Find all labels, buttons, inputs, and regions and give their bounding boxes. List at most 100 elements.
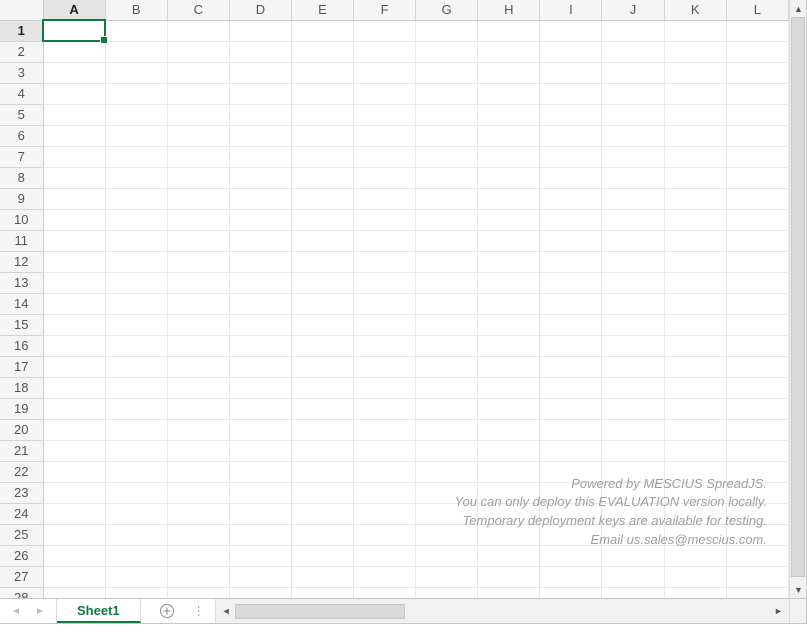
- cell-c17[interactable]: [167, 356, 229, 377]
- cell-c26[interactable]: [167, 545, 229, 566]
- cell-g10[interactable]: [416, 209, 478, 230]
- cell-j23[interactable]: [602, 482, 664, 503]
- cell-i15[interactable]: [540, 314, 602, 335]
- cell-a28[interactable]: [43, 587, 105, 598]
- cell-d6[interactable]: [229, 125, 291, 146]
- cell-k19[interactable]: [664, 398, 726, 419]
- column-header-e[interactable]: E: [291, 0, 353, 20]
- cell-h11[interactable]: [478, 230, 540, 251]
- row-header-19[interactable]: 19: [0, 398, 43, 419]
- cell-l12[interactable]: [726, 251, 788, 272]
- cell-h27[interactable]: [478, 566, 540, 587]
- cell-e1[interactable]: [291, 20, 353, 41]
- cell-k22[interactable]: [664, 461, 726, 482]
- cell-d5[interactable]: [229, 104, 291, 125]
- vertical-scroll-thumb[interactable]: [791, 17, 805, 577]
- cell-b2[interactable]: [105, 41, 167, 62]
- cell-d16[interactable]: [229, 335, 291, 356]
- cell-h10[interactable]: [478, 209, 540, 230]
- cell-g9[interactable]: [416, 188, 478, 209]
- cell-b15[interactable]: [105, 314, 167, 335]
- cell-l19[interactable]: [726, 398, 788, 419]
- cell-d10[interactable]: [229, 209, 291, 230]
- cell-g24[interactable]: [416, 503, 478, 524]
- new-sheet-button[interactable]: [149, 603, 185, 619]
- cell-b28[interactable]: [105, 587, 167, 598]
- cell-e18[interactable]: [291, 377, 353, 398]
- tab-nav-prev-icon[interactable]: ◄: [11, 606, 21, 617]
- cell-e17[interactable]: [291, 356, 353, 377]
- cell-l23[interactable]: [726, 482, 788, 503]
- scroll-up-arrow[interactable]: ▲: [790, 0, 807, 17]
- cell-j19[interactable]: [602, 398, 664, 419]
- cell-a25[interactable]: [43, 524, 105, 545]
- cell-c3[interactable]: [167, 62, 229, 83]
- cell-h7[interactable]: [478, 146, 540, 167]
- cell-l16[interactable]: [726, 335, 788, 356]
- cell-j7[interactable]: [602, 146, 664, 167]
- cell-h1[interactable]: [478, 20, 540, 41]
- cell-l11[interactable]: [726, 230, 788, 251]
- row-header-8[interactable]: 8: [0, 167, 43, 188]
- cell-f13[interactable]: [354, 272, 416, 293]
- row-header-25[interactable]: 25: [0, 524, 43, 545]
- cell-e19[interactable]: [291, 398, 353, 419]
- cell-a15[interactable]: [43, 314, 105, 335]
- row-header-2[interactable]: 2: [0, 41, 43, 62]
- row-header-12[interactable]: 12: [0, 251, 43, 272]
- row-header-27[interactable]: 27: [0, 566, 43, 587]
- cell-g22[interactable]: [416, 461, 478, 482]
- cell-d14[interactable]: [229, 293, 291, 314]
- cell-e14[interactable]: [291, 293, 353, 314]
- cell-a1[interactable]: [43, 20, 105, 41]
- cell-k20[interactable]: [664, 419, 726, 440]
- cell-k14[interactable]: [664, 293, 726, 314]
- cell-b1[interactable]: [105, 20, 167, 41]
- cell-i21[interactable]: [540, 440, 602, 461]
- cell-c23[interactable]: [167, 482, 229, 503]
- cell-g26[interactable]: [416, 545, 478, 566]
- column-header-f[interactable]: F: [354, 0, 416, 20]
- cell-d8[interactable]: [229, 167, 291, 188]
- cell-j15[interactable]: [602, 314, 664, 335]
- cell-g2[interactable]: [416, 41, 478, 62]
- column-header-g[interactable]: G: [416, 0, 478, 20]
- cell-j4[interactable]: [602, 83, 664, 104]
- cell-j2[interactable]: [602, 41, 664, 62]
- cell-i1[interactable]: [540, 20, 602, 41]
- row-header-1[interactable]: 1: [0, 20, 43, 41]
- cell-h4[interactable]: [478, 83, 540, 104]
- cell-d25[interactable]: [229, 524, 291, 545]
- cell-g1[interactable]: [416, 20, 478, 41]
- cell-h22[interactable]: [478, 461, 540, 482]
- cell-d19[interactable]: [229, 398, 291, 419]
- cell-k16[interactable]: [664, 335, 726, 356]
- cell-j27[interactable]: [602, 566, 664, 587]
- cell-h14[interactable]: [478, 293, 540, 314]
- cell-d3[interactable]: [229, 62, 291, 83]
- cell-k7[interactable]: [664, 146, 726, 167]
- cell-d1[interactable]: [229, 20, 291, 41]
- cell-h24[interactable]: [478, 503, 540, 524]
- row-header-3[interactable]: 3: [0, 62, 43, 83]
- cell-j3[interactable]: [602, 62, 664, 83]
- cell-i19[interactable]: [540, 398, 602, 419]
- cell-e27[interactable]: [291, 566, 353, 587]
- cell-j22[interactable]: [602, 461, 664, 482]
- cell-j13[interactable]: [602, 272, 664, 293]
- cell-d7[interactable]: [229, 146, 291, 167]
- cell-i13[interactable]: [540, 272, 602, 293]
- cell-c16[interactable]: [167, 335, 229, 356]
- row-header-11[interactable]: 11: [0, 230, 43, 251]
- cell-d26[interactable]: [229, 545, 291, 566]
- cell-g16[interactable]: [416, 335, 478, 356]
- cell-a27[interactable]: [43, 566, 105, 587]
- cell-a13[interactable]: [43, 272, 105, 293]
- cell-k13[interactable]: [664, 272, 726, 293]
- cell-e20[interactable]: [291, 419, 353, 440]
- cell-k21[interactable]: [664, 440, 726, 461]
- row-header-6[interactable]: 6: [0, 125, 43, 146]
- cell-c27[interactable]: [167, 566, 229, 587]
- cell-i28[interactable]: [540, 587, 602, 598]
- cell-a11[interactable]: [43, 230, 105, 251]
